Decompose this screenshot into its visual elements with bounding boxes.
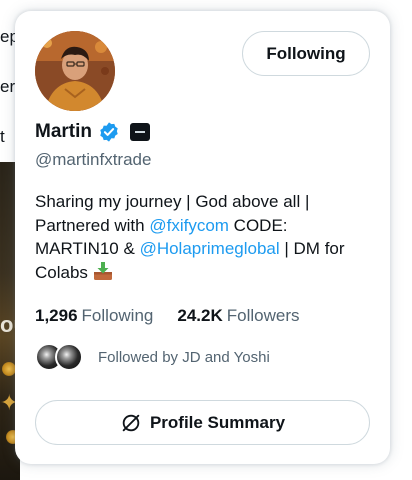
avatar-image bbox=[35, 31, 115, 111]
bio-mention-link[interactable]: @Holaprimeglobal bbox=[140, 239, 280, 258]
followers-count: 24.2K bbox=[177, 306, 223, 325]
followed-by-row[interactable]: Followed by JD and Yoshi bbox=[35, 343, 270, 371]
profile-summary-label: Profile Summary bbox=[149, 412, 286, 432]
following-stat[interactable]: 1,296 Following bbox=[35, 306, 153, 326]
following-count: 1,296 bbox=[35, 306, 78, 325]
name-row: Martin bbox=[35, 121, 150, 143]
follow-stats: 1,296 Following 24.2K Followers bbox=[35, 306, 299, 326]
followed-by-text: Followed by JD and Yoshi bbox=[98, 348, 270, 366]
followers-label: Followers bbox=[226, 306, 300, 325]
profile-summary-icon bbox=[122, 414, 140, 431]
inbox-tray-emoji-icon bbox=[93, 261, 113, 281]
verified-badge-icon bbox=[98, 121, 120, 143]
display-name[interactable]: Martin bbox=[35, 121, 92, 143]
mutual-follower-avatar bbox=[55, 343, 83, 371]
username-handle[interactable]: @martinfxtrade bbox=[35, 150, 151, 170]
profile-bio: Sharing my journey | God above all | Par… bbox=[35, 190, 365, 284]
profile-hover-card: Following Martin @martinfxtrade Sharing … bbox=[15, 11, 390, 464]
following-button[interactable]: Following bbox=[242, 31, 370, 76]
background-text-fragment: t bbox=[0, 127, 5, 146]
avatar[interactable] bbox=[35, 31, 115, 111]
following-label: Following bbox=[81, 306, 154, 325]
followers-stat[interactable]: 24.2K Followers bbox=[177, 306, 299, 326]
background-text-fragment: er bbox=[0, 77, 16, 96]
profile-summary-button[interactable]: Profile Summary bbox=[35, 400, 370, 445]
affiliate-badge-icon[interactable] bbox=[130, 123, 150, 141]
bio-mention-link[interactable]: @fxifycom bbox=[149, 216, 229, 235]
